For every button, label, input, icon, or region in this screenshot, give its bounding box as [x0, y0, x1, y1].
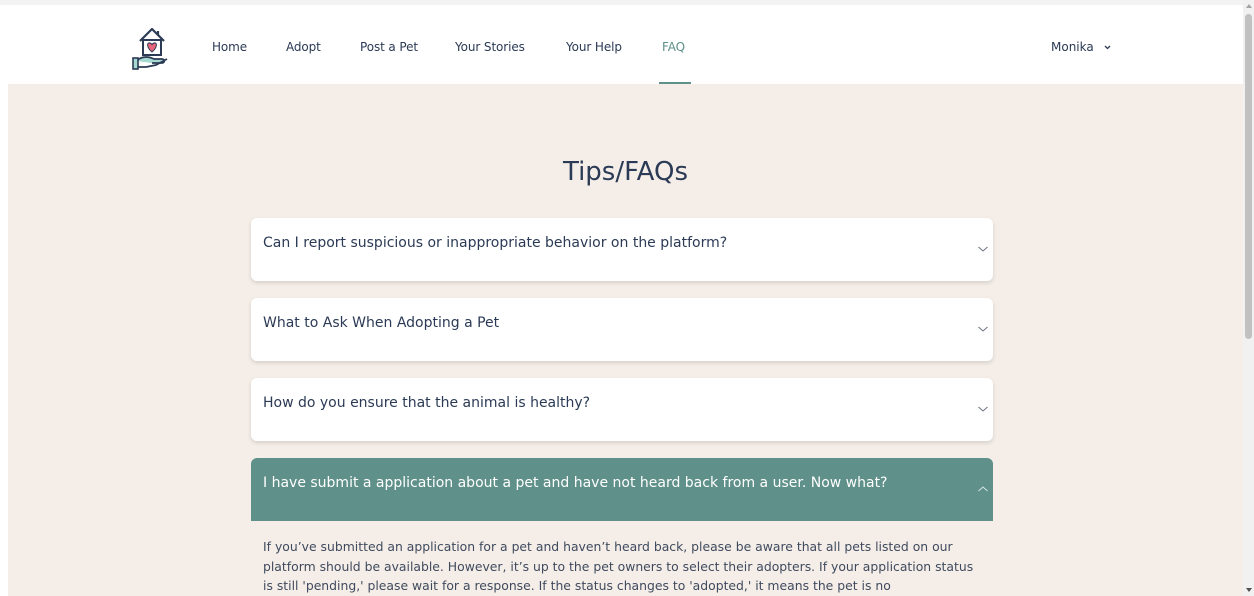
- top-navbar: Home Adopt Post a Pet Your Stories Your …: [0, 0, 1243, 84]
- faq-question: Can I report suspicious or inappropriate…: [263, 235, 728, 251]
- faq-question: What to Ask When Adopting a Pet: [263, 315, 500, 331]
- page-title: Tips/FAQs: [562, 157, 689, 187]
- pet-home-logo-icon[interactable]: [132, 23, 172, 71]
- nav-link-post-a-pet[interactable]: Post a Pet: [360, 40, 418, 54]
- scrollbar-thumb[interactable]: [1245, 14, 1252, 339]
- chevron-down-icon: [978, 406, 988, 412]
- faq-item[interactable]: How do you ensure that the animal is hea…: [251, 378, 993, 441]
- nav-link-faq[interactable]: FAQ: [662, 40, 685, 54]
- faq-answer: If you’ve submitted an application for a…: [251, 521, 993, 596]
- chevron-down-icon: [978, 326, 988, 332]
- nav-link-your-help[interactable]: Your Help: [566, 40, 622, 54]
- nav-link-adopt[interactable]: Adopt: [286, 40, 321, 54]
- nav-link-your-stories[interactable]: Your Stories: [455, 40, 525, 54]
- faq-item[interactable]: What to Ask When Adopting a Pet: [251, 298, 993, 361]
- faq-question: How do you ensure that the animal is hea…: [263, 395, 591, 411]
- chevron-up-icon: [978, 486, 988, 492]
- scroll-down-arrow-icon[interactable]: [1246, 588, 1252, 592]
- faq-item-expanded[interactable]: I have submit a application about a pet …: [251, 458, 993, 521]
- user-menu[interactable]: Monika: [1051, 40, 1111, 54]
- user-name: Monika: [1051, 40, 1094, 54]
- chevron-down-icon: [978, 246, 988, 252]
- vertical-scrollbar[interactable]: [1243, 0, 1254, 596]
- faq-question: I have submit a application about a pet …: [263, 475, 888, 491]
- nav-link-home[interactable]: Home: [212, 40, 247, 54]
- scroll-up-arrow-icon[interactable]: [1246, 4, 1252, 8]
- chevron-down-icon: [1104, 45, 1111, 50]
- faq-item[interactable]: Can I report suspicious or inappropriate…: [251, 218, 993, 281]
